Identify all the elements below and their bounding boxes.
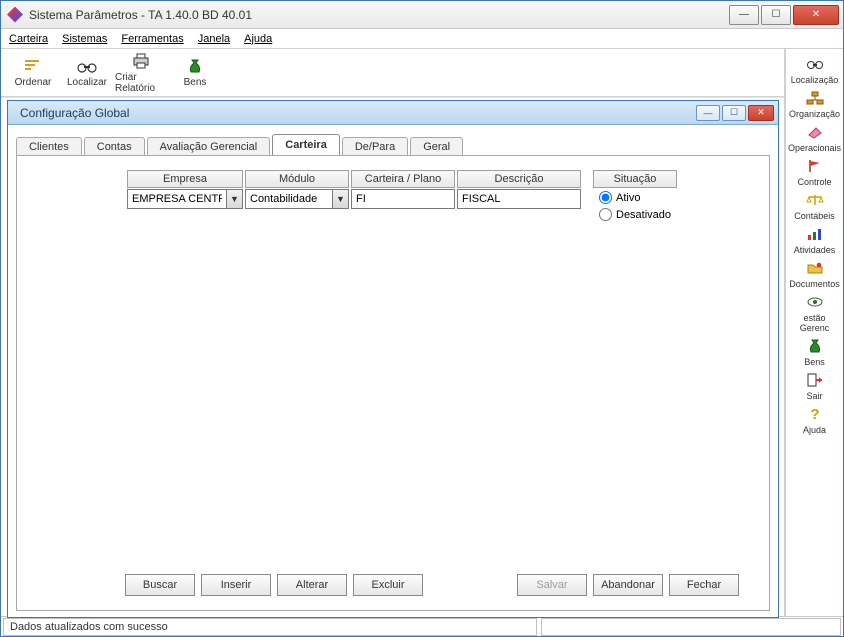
radio-label: Ativo [616,192,640,204]
menu-sistemas[interactable]: Sistemas [62,33,107,45]
hdr-empresa: Empresa [127,170,243,188]
side-organizacao[interactable]: Organização [788,89,842,119]
menu-carteira[interactable]: Carteira [9,33,48,45]
chevron-down-icon[interactable]: ▼ [332,190,348,208]
status-text: Dados atualizados com sucesso [3,618,537,636]
menu-janela[interactable]: Janela [198,33,230,45]
salvar-button: Salvar [517,574,587,596]
hdr-carteira: Carteira / Plano [351,170,455,188]
eye-icon [805,293,825,311]
carteira-input[interactable] [351,189,455,209]
modulo-input[interactable] [246,190,332,208]
inner-window: Configuração Global — ☐ ✕ Clientes Conta… [7,100,779,618]
hdr-modulo: Módulo [245,170,349,188]
tool-criar-relatorio[interactable]: Criar Relatório [115,52,167,94]
abandonar-button[interactable]: Abandonar [593,574,663,596]
side-bens[interactable]: Bens [788,337,842,367]
moneybag-icon [185,57,205,75]
tab-panel: Empresa ▼ Módulo [16,155,770,611]
menu-ajuda[interactable]: Ajuda [244,33,272,45]
tool-label: Criar Relatório [115,72,167,94]
tab-geral[interactable]: Geral [410,137,463,156]
status-spare [541,618,841,636]
radio-ativo[interactable] [599,191,612,204]
window-maximize-button[interactable]: ☐ [761,5,791,25]
app-icon [7,7,23,23]
statusbar: Dados atualizados com sucesso [1,616,843,636]
inner-close-button[interactable]: ✕ [748,105,774,121]
side-sair[interactable]: Sair [788,371,842,401]
empresa-combo[interactable]: ▼ [127,189,243,209]
inner-minimize-button[interactable]: — [696,105,720,121]
side-operacionais[interactable]: Operacionais [788,123,842,153]
situacao-ativo[interactable]: Ativo [599,191,671,204]
modulo-combo[interactable]: ▼ [245,189,349,209]
chart-icon [805,225,825,243]
tool-label: Bens [184,77,207,88]
help-icon: ? [805,405,825,423]
side-atividades[interactable]: Atividades [788,225,842,255]
menu-ferramentas[interactable]: Ferramentas [121,33,183,45]
empresa-input[interactable] [128,190,226,208]
descricao-input[interactable] [457,189,581,209]
app-title: Sistema Parâmetros - TA 1.40.0 BD 40.01 [29,8,729,22]
tool-localizar[interactable]: Localizar [61,52,113,94]
mdi-area: Configuração Global — ☐ ✕ Clientes Conta… [1,97,784,616]
radio-label: Desativado [616,209,671,221]
scale-icon [805,191,825,209]
alterar-button[interactable]: Alterar [277,574,347,596]
tool-label: Ordenar [15,77,52,88]
chevron-down-icon[interactable]: ▼ [226,190,242,208]
side-documentos[interactable]: Documentos [788,259,842,289]
flag-icon [805,157,825,175]
radio-desativado[interactable] [599,208,612,221]
tool-bens[interactable]: Bens [169,52,221,94]
window-close-button[interactable]: ✕ [793,5,839,25]
svg-text:?: ? [810,406,819,422]
eraser-icon [805,123,825,141]
inserir-button[interactable]: Inserir [201,574,271,596]
sort-icon [23,57,43,75]
side-controle[interactable]: Controle [788,157,842,187]
tab-contas[interactable]: Contas [84,137,145,156]
situacao-desativado[interactable]: Desativado [599,208,671,221]
window-minimize-button[interactable]: — [729,5,759,25]
folder-icon [805,259,825,277]
filter-row: Empresa ▼ Módulo [127,170,739,223]
tab-depara[interactable]: De/Para [342,137,408,156]
binoculars-icon [77,57,97,75]
hdr-situacao: Situação [593,170,677,188]
excluir-button[interactable]: Excluir [353,574,423,596]
hdr-descricao: Descrição [457,170,581,188]
tab-carteira[interactable]: Carteira [272,134,340,155]
side-gerenc[interactable]: estão Gerenc [788,293,842,333]
tab-avaliacao[interactable]: Avaliação Gerencial [147,137,271,156]
fechar-button[interactable]: Fechar [669,574,739,596]
tab-clientes[interactable]: Clientes [16,137,82,156]
inner-maximize-button[interactable]: ☐ [722,105,746,121]
tool-label: Localizar [67,77,107,88]
org-chart-icon [805,89,825,107]
side-contabeis[interactable]: Contábeis [788,191,842,221]
printer-icon [131,52,151,70]
outer-titlebar: Sistema Parâmetros - TA 1.40.0 BD 40.01 … [1,1,843,29]
side-localizacao[interactable]: Localização [788,55,842,85]
right-toolbar: Localização Organização Operacionais Con… [785,49,843,616]
inner-title-text: Configuração Global [20,106,129,120]
moneybag-icon [805,337,825,355]
side-ajuda[interactable]: ? Ajuda [788,405,842,435]
exit-icon [805,371,825,389]
binoculars-icon [805,55,825,73]
buscar-button[interactable]: Buscar [125,574,195,596]
main-toolbar: Ordenar Localizar Criar Relatório [1,49,784,97]
button-row: Buscar Inserir Alterar Excluir Salvar Ab… [125,574,739,596]
tool-ordenar[interactable]: Ordenar [7,52,59,94]
inner-titlebar: Configuração Global — ☐ ✕ [8,101,778,125]
tabs: Clientes Contas Avaliação Gerencial Cart… [16,133,770,155]
menubar: Carteira Sistemas Ferramentas Janela Aju… [1,29,843,49]
